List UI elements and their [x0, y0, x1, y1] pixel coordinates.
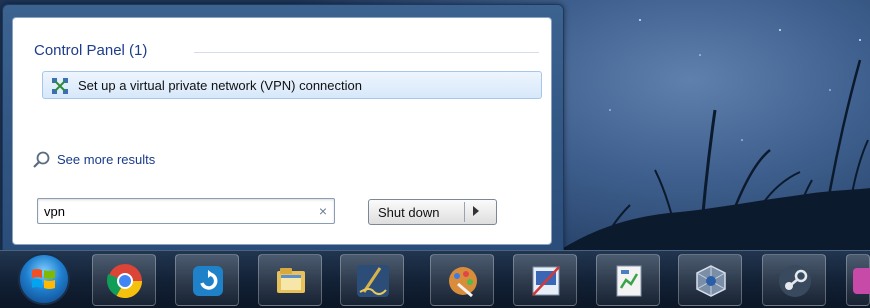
taskbar-pen-app[interactable] — [340, 254, 404, 306]
shutdown-button[interactable]: Shut down — [368, 199, 497, 225]
document-chart-icon — [616, 265, 642, 297]
see-more-results-label: See more results — [57, 152, 156, 167]
taskbar-image-editor[interactable] — [513, 254, 577, 306]
clear-search-icon[interactable]: × — [319, 203, 327, 219]
image-editor-icon — [532, 266, 560, 296]
search-icon — [33, 151, 50, 168]
start-button[interactable] — [18, 253, 70, 305]
shutdown-divider — [464, 202, 465, 222]
vpn-setup-label: Set up a virtual private network (VPN) c… — [78, 78, 362, 93]
steam-icon — [779, 265, 811, 297]
pen-app-icon — [357, 265, 389, 297]
app-icon-partial — [853, 268, 870, 294]
network-icon — [52, 78, 68, 94]
search-input[interactable] — [44, 202, 294, 220]
taskbar-app-partial[interactable] — [846, 254, 870, 306]
taskbar-sync-app[interactable] — [175, 254, 239, 306]
taskbar-virtualbox[interactable] — [678, 254, 742, 306]
windows-logo-icon — [32, 269, 55, 289]
section-header-control-panel: Control Panel (1) — [34, 42, 148, 59]
taskbar-steam[interactable] — [762, 254, 826, 306]
file-explorer-icon — [277, 268, 305, 293]
section-divider — [194, 52, 539, 53]
taskbar-document-chart[interactable] — [596, 254, 660, 306]
shutdown-options-arrow-icon[interactable] — [473, 206, 479, 216]
paint-app-icon — [449, 267, 477, 298]
chrome-icon — [106, 264, 142, 298]
shutdown-label: Shut down — [378, 205, 440, 220]
sync-app-icon — [193, 266, 223, 296]
taskbar-file-explorer[interactable] — [258, 254, 322, 306]
taskbar-paint-app[interactable] — [430, 254, 494, 306]
virtualbox-icon — [696, 265, 726, 297]
taskbar-chrome[interactable] — [92, 254, 156, 306]
vpn-setup-result-item[interactable]: Set up a virtual private network (VPN) c… — [42, 71, 542, 99]
start-search-box[interactable]: × — [37, 198, 335, 224]
